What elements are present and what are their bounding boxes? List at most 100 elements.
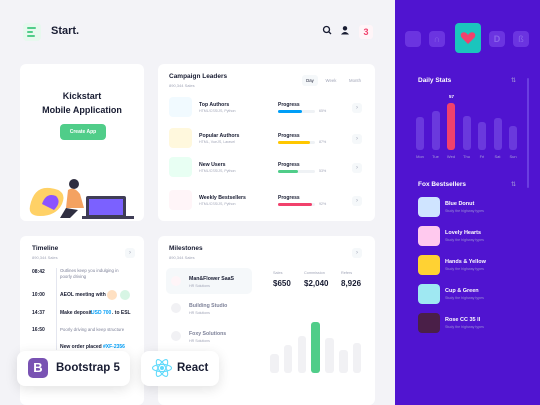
heart-box-icon[interactable] xyxy=(455,23,481,53)
tab-week[interactable]: Week xyxy=(321,75,341,86)
product-name[interactable]: Hands & Yellow xyxy=(445,259,486,265)
product-thumbnail[interactable] xyxy=(418,255,440,275)
sort-icon[interactable]: ⇅ xyxy=(511,181,516,188)
timeline-time: 10:00 xyxy=(32,292,45,298)
daily-bar xyxy=(462,116,471,150)
panel-tab-b-icon[interactable]: ß xyxy=(513,31,529,47)
tab-day[interactable]: Day xyxy=(302,75,318,86)
daily-peak-value: 57 xyxy=(449,94,455,99)
bootstrap-logo-icon: B xyxy=(28,358,48,378)
milestone-name: Building Studio xyxy=(189,303,228,309)
daily-bar xyxy=(478,121,486,150)
product-thumbnail[interactable] xyxy=(418,197,440,217)
search-icon[interactable] xyxy=(320,25,334,39)
milestone-name: Man&Flower SaaS xyxy=(189,276,234,282)
milestone-icon xyxy=(171,303,181,313)
progress-value: 87% xyxy=(319,140,327,144)
product-sub: Study the highway types xyxy=(445,238,484,242)
milestone-bar xyxy=(352,343,362,373)
milestone-sub: HR Solutions xyxy=(189,311,210,315)
product-name[interactable]: Blue Donut xyxy=(445,201,474,207)
daily-day-label: Tue xyxy=(432,154,439,159)
timeline-time: 08:42 xyxy=(32,269,45,275)
row-arrow-icon[interactable]: › xyxy=(352,163,362,173)
timeline-title: Timeline xyxy=(32,245,59,252)
campaign-row-sub: HTML/CSS/JS, Python xyxy=(199,169,236,173)
timeline-menu-icon[interactable]: › xyxy=(125,248,135,258)
stat-value: 8,926 xyxy=(341,279,362,288)
panel-tab-icon[interactable] xyxy=(405,31,421,47)
bootstrap-label: Bootstrap 5 xyxy=(56,362,120,374)
milestones-bar-chart xyxy=(270,322,365,373)
daily-bar xyxy=(431,111,440,150)
brand-name: Start. xyxy=(51,25,80,37)
timeline-text: Poorly driving and keep structure xyxy=(60,327,125,332)
product-name[interactable]: Cup & Green xyxy=(445,288,479,294)
magnet-icon[interactable]: ∩ xyxy=(429,31,445,47)
product-thumbnail[interactable] xyxy=(418,226,440,246)
progress-label: Progress xyxy=(278,102,300,108)
campaign-row-sub: HTML/CSS/JS, Python xyxy=(199,202,236,206)
progress-value: 92% xyxy=(319,202,327,206)
milestones-title: Milestones xyxy=(169,245,203,252)
progress-label: Progress xyxy=(278,162,300,168)
avatar xyxy=(120,290,130,300)
campaign-row-icon xyxy=(169,190,192,210)
panel-tab-d-icon[interactable]: D xyxy=(489,31,505,47)
milestone-icon xyxy=(171,276,181,286)
stat-label: Sales xyxy=(273,271,283,275)
product-sub: Study the highway types xyxy=(445,296,484,300)
campaign-row-sub: HTML, VueJS, Laravel xyxy=(199,140,236,144)
row-arrow-icon[interactable]: › xyxy=(352,103,362,113)
tab-month[interactable]: Month xyxy=(344,75,366,86)
daily-bar xyxy=(509,125,517,150)
daily-stats-title: Daily Stats xyxy=(418,77,452,84)
product-name[interactable]: Rose CC 35 II xyxy=(445,317,480,323)
progress-label: Progress xyxy=(278,195,300,201)
campaign-subtitle: 890,344 Sales xyxy=(169,83,195,88)
campaign-row-sub: HTML/CSS/JS, Python xyxy=(199,109,236,113)
product-thumbnail[interactable] xyxy=(418,284,440,304)
stat-label: Refers xyxy=(341,271,353,275)
row-arrow-icon[interactable]: › xyxy=(352,196,362,206)
daily-bar xyxy=(447,103,455,150)
campaign-row-name: Popular Authors xyxy=(199,133,240,139)
milestone-name: Foxy Solutions xyxy=(189,331,227,337)
progress-label: Progress xyxy=(278,133,300,139)
progress-bar xyxy=(278,110,315,113)
create-app-button[interactable]: Create App xyxy=(60,124,106,140)
milestones-menu-icon[interactable]: › xyxy=(352,248,362,258)
campaign-row-icon xyxy=(169,157,192,177)
panel-scrollbar[interactable] xyxy=(527,78,529,188)
app-logo[interactable] xyxy=(23,23,41,41)
stat-value: $2,040 xyxy=(304,279,329,288)
product-name[interactable]: Lovely Hearts xyxy=(445,230,481,236)
user-icon[interactable] xyxy=(338,25,352,39)
product-thumbnail[interactable] xyxy=(418,313,440,333)
daily-day-label: Sat xyxy=(494,154,501,159)
progress-bar xyxy=(278,203,315,206)
developer-illustration xyxy=(29,179,134,219)
campaign-row-name: New Users xyxy=(199,162,226,168)
notification-badge[interactable]: 3 xyxy=(359,25,373,39)
daily-day-label: Sun xyxy=(509,154,517,159)
order-id[interactable]: #XF-2356 xyxy=(103,344,125,350)
milestone-sub: HR Solutions xyxy=(189,284,210,288)
deposit-recipient: . to ESL xyxy=(112,310,131,316)
stat-label: Commission xyxy=(304,271,325,275)
progress-bar xyxy=(278,170,315,173)
row-arrow-icon[interactable]: › xyxy=(352,134,362,144)
daily-bar xyxy=(416,117,424,150)
product-sub: Study the highway types xyxy=(445,209,484,213)
milestone-bar xyxy=(283,344,293,373)
campaign-row-name: Top Authors xyxy=(199,102,230,108)
product-sub: Study the highway types xyxy=(445,267,484,271)
timeline-time: 14:37 xyxy=(32,310,45,316)
timeline-text: Make deposit xyxy=(60,310,92,316)
react-label: React xyxy=(177,362,209,374)
daily-stats-chart xyxy=(414,103,522,150)
milestone-bar xyxy=(325,338,334,373)
daily-day-label: Wed xyxy=(446,154,456,159)
sort-icon[interactable]: ⇅ xyxy=(511,77,516,84)
milestone-bar xyxy=(311,322,320,373)
